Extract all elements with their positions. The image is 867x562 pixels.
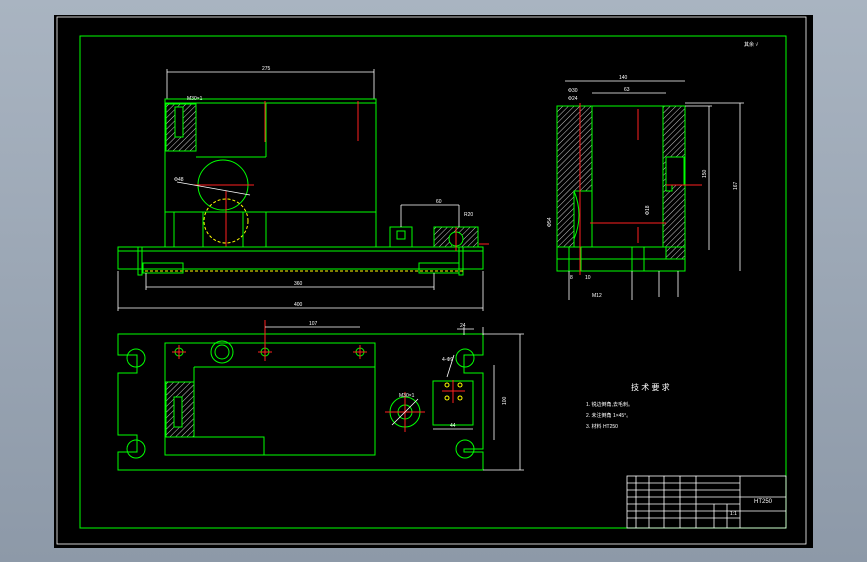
note-2: 2. 未注倒角 1×45°。 (586, 412, 631, 419)
sheet-border (56, 16, 807, 545)
dim-front-mid: 60 (436, 199, 442, 205)
dim-side-8: 8 (570, 275, 573, 281)
dim-plan-44: 44 (450, 423, 456, 429)
dim-side-phi30: Φ30 (568, 88, 578, 94)
dim-side-h2: 167 (733, 181, 739, 190)
dim-side-63: 63 (624, 87, 630, 93)
title-block: HT250 1:1 (626, 475, 787, 529)
dim-m30-front: M30×1 (187, 96, 203, 102)
dim-bottom-len: 360 (294, 281, 303, 287)
dim-side-phi54: Φ54 (547, 217, 553, 227)
dim-side-bottom: M12 (592, 293, 602, 299)
roughness-mark: 其余 √ (744, 41, 758, 48)
dim-r20: R20 (464, 212, 473, 218)
drawing-viewport[interactable]: 其余 √ 275 M30×1 Φ48 60 R20 360 400 140 63… (54, 15, 813, 548)
dim-plan-107: 107 (309, 321, 318, 327)
plan-view: 107 M30×1 4-Φ9 44 24 100 (117, 320, 524, 471)
notes-title: 技 术 要 求 (631, 382, 670, 392)
drawing-canvas: 其余 √ 275 M30×1 Φ48 60 R20 360 400 140 63… (56, 16, 807, 545)
title-material: HT250 (754, 499, 773, 505)
dim-overall: 400 (294, 302, 303, 308)
dim-plan-24: 24 (460, 323, 466, 329)
dim-side-h1: 150 (702, 169, 708, 178)
tech-notes: 技 术 要 求 1. 锐边倒角,去毛刺。 2. 未注倒角 1×45°。 3. 材… (586, 382, 670, 430)
dim-side-top: 140 (619, 75, 628, 81)
front-view: 275 M30×1 Φ48 60 R20 360 400 (117, 66, 489, 311)
dim-plan-m30: M30×1 (399, 393, 415, 399)
dim-plan-100: 100 (502, 396, 508, 405)
dim-side-phi18: Φ18 (645, 205, 651, 215)
dim-top-width: 275 (262, 66, 271, 72)
side-view: 140 63 Φ30 Φ24 150 167 Φ54 Φ18 8 10 M12 (547, 75, 744, 300)
note-1: 1. 锐边倒角,去毛刺。 (586, 401, 633, 408)
cad-window: 其余 √ 275 M30×1 Φ48 60 R20 360 400 140 63… (0, 0, 867, 562)
dim-phi48: Φ48 (174, 177, 184, 183)
note-3: 3. 材料 HT250 (586, 423, 618, 430)
dim-side-phi24: Φ24 (568, 96, 578, 102)
title-scale: 1:1 (730, 511, 737, 517)
dim-side-10: 10 (585, 275, 591, 281)
